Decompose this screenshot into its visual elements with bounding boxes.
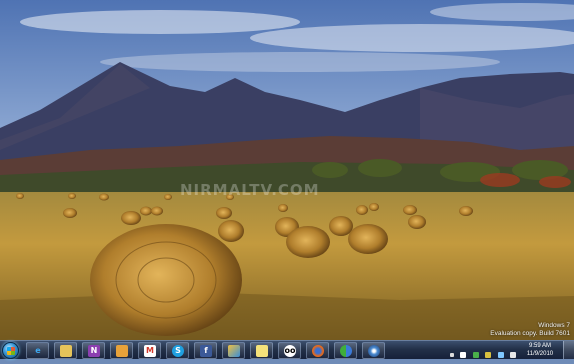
disc-icon: [368, 345, 380, 357]
clock[interactable]: 9:59 AM 11/9/2010: [521, 342, 559, 358]
clock-time: 9:59 AM: [528, 343, 551, 349]
sticky-note-icon: [256, 345, 268, 357]
gmail-icon: M: [144, 345, 156, 357]
evaluation-notice: Windows 7 Evaluation copy. Build 7601: [490, 322, 570, 338]
taskbar-paint[interactable]: [222, 342, 245, 359]
app-tray-icon[interactable]: [485, 351, 492, 358]
taskbar-messenger[interactable]: [334, 342, 357, 359]
notification-area: [448, 346, 516, 358]
taskbar-gmail[interactable]: M: [138, 342, 161, 359]
firefox-icon: [312, 345, 324, 357]
clock-date: 11/9/2010: [526, 351, 554, 357]
evaluation-build: Evaluation copy. Build 7601: [490, 330, 570, 337]
chevron-up-icon[interactable]: [449, 352, 454, 357]
network-icon[interactable]: [497, 351, 504, 358]
start-button[interactable]: [2, 342, 19, 359]
taskbar-outlook[interactable]: [110, 342, 133, 359]
internet-explorer-icon: e: [35, 346, 41, 355]
watermark-text: NIRMALTV.COM: [180, 181, 320, 199]
app-tray-icon[interactable]: [472, 351, 479, 358]
taskbar-facebook[interactable]: f: [194, 342, 217, 359]
flag-icon[interactable]: [460, 351, 467, 358]
taskbar: e N M S f oo 9:59 AM 11/9/2010: [0, 340, 574, 359]
taskbar-internet-explorer[interactable]: e: [26, 342, 49, 359]
messenger-icon: [340, 345, 352, 357]
owl-icon: oo: [284, 345, 296, 357]
paint-brush-icon: [228, 345, 240, 357]
taskbar-firefox[interactable]: [306, 342, 329, 359]
onenote-icon: N: [88, 345, 100, 357]
volume-icon[interactable]: [510, 351, 516, 358]
taskbar-sticky-notes[interactable]: [250, 342, 273, 359]
taskbar-skype[interactable]: S: [166, 342, 189, 359]
show-desktop-button[interactable]: [563, 341, 574, 359]
taskbar-media-center[interactable]: [362, 342, 385, 359]
skype-icon: S: [172, 345, 184, 357]
taskbar-onenote[interactable]: N: [82, 342, 105, 359]
envelope-icon: [116, 345, 128, 357]
desktop[interactable]: NIRMALTV.COM Windows 7 Evaluation copy. …: [0, 0, 574, 340]
evaluation-os-name: Windows 7: [538, 322, 570, 329]
facebook-icon: f: [200, 345, 212, 357]
windows-logo-icon: [7, 347, 15, 355]
taskbar-tripadvisor[interactable]: oo: [278, 342, 301, 359]
folder-icon: [60, 345, 72, 357]
taskbar-windows-explorer[interactable]: [54, 342, 77, 359]
wallpaper: [0, 0, 574, 340]
